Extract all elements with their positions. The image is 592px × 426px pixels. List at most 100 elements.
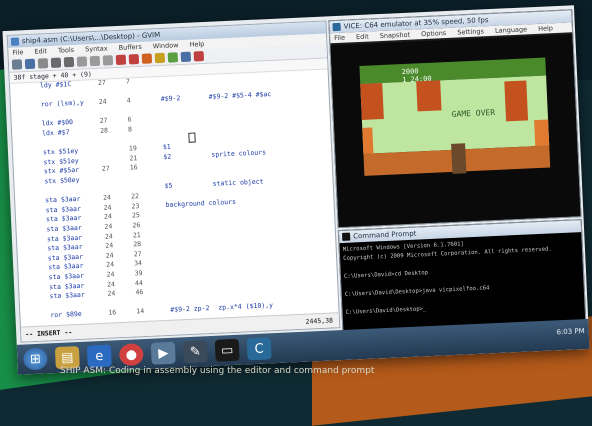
text-cursor (188, 132, 195, 142)
emu-menu-settings[interactable]: Settings (457, 27, 484, 36)
menu-syntax[interactable]: Syntax (85, 44, 108, 53)
code-b: 25 (132, 212, 140, 221)
clock: 6:03 PM (556, 327, 585, 336)
editor-window[interactable]: ship4.asm (C:\Users\...\Desktop) - GVIM … (7, 20, 341, 342)
run-icon[interactable] (155, 53, 165, 63)
code-d: sprite colours (211, 148, 266, 159)
code-b: 44 (135, 279, 143, 288)
emu-menu-language[interactable]: Language (495, 25, 527, 34)
cursor-position: 2445,38 (305, 313, 333, 328)
code-b: 22 (131, 192, 139, 201)
code-a: 24 (105, 232, 113, 241)
code-a: 24 (104, 213, 112, 222)
vice-app-icon (332, 23, 340, 31)
code-op: ror $89e (50, 310, 82, 320)
code-a: 24 (106, 261, 114, 270)
chrome-icon[interactable]: ● (119, 343, 144, 366)
code-b: 19 (129, 144, 137, 153)
code-c: #$9-2 (161, 94, 181, 104)
save-icon[interactable] (25, 59, 35, 69)
game-pillar-left (360, 83, 384, 120)
desktop-screen: ship4.asm (C:\Users\...\Desktop) - GVIM … (2, 5, 589, 375)
menu-help[interactable]: Help (189, 40, 204, 49)
editor-mode: -- INSERT -- (25, 325, 73, 341)
code-a: 24 (103, 194, 111, 203)
undo-icon[interactable] (51, 58, 61, 68)
cmd-output[interactable]: Microsoft Windows [Version 6.1.7601] Cop… (343, 235, 582, 318)
code-b: 27 (134, 250, 142, 259)
find-next-icon[interactable] (129, 54, 139, 64)
code-b: 7 (126, 77, 130, 86)
paste-icon[interactable] (103, 55, 113, 65)
code-b: 39 (134, 269, 142, 278)
open-icon[interactable] (12, 59, 22, 69)
code-op: ldx #$7 (42, 128, 70, 138)
menu-window[interactable]: Window (153, 41, 179, 50)
game-pillar-mid (416, 80, 441, 111)
code-op: sta $3aar (49, 291, 85, 302)
code-c: $1 (163, 143, 171, 152)
code-a: 27 (98, 79, 106, 88)
media-icon[interactable]: ▶ (151, 342, 176, 365)
vim-app-icon (11, 37, 19, 45)
code-op: ldy #$1C (40, 80, 72, 90)
emulator-screen[interactable]: 2000 1 24:00 GAME OVER (330, 34, 580, 227)
redo-icon[interactable] (64, 57, 74, 67)
help-icon[interactable] (181, 52, 191, 62)
game-ladder (451, 143, 466, 174)
code-a: 24 (106, 270, 114, 279)
code-b: 34 (134, 259, 142, 268)
code-b: 21 (129, 154, 137, 163)
code-a: 24 (103, 203, 111, 212)
code-c: $5 (164, 181, 172, 190)
code-op: stx $50ey (44, 176, 80, 187)
code-b: 23 (131, 202, 139, 211)
find-help-icon[interactable] (194, 51, 204, 61)
start-button[interactable]: ⊞ (23, 347, 48, 370)
code-a: 24 (107, 280, 115, 289)
code-area[interactable]: ldy #$1C277ror (lsm),y244#$9-2#$9-2 #$5-… (10, 68, 339, 327)
print-icon[interactable] (38, 58, 48, 68)
menu-buffers[interactable]: Buffers (118, 43, 141, 52)
code-a: 24 (106, 251, 114, 260)
game-wall-left (362, 127, 373, 153)
replace-icon[interactable] (142, 53, 152, 63)
code-a: 24 (105, 242, 113, 251)
code-b: 4 (127, 97, 131, 106)
cut-icon[interactable] (77, 56, 87, 66)
emu-menu-options[interactable]: Options (421, 29, 446, 38)
emu-menu-help[interactable]: Help (538, 24, 553, 33)
code-a: 28 (100, 126, 108, 135)
game-pillar-right (504, 80, 528, 121)
menu-file[interactable]: File (12, 48, 23, 56)
code-d: static object (212, 177, 263, 188)
find-icon[interactable] (116, 55, 126, 65)
game-wall-right (534, 119, 549, 146)
code-d: zp.x*4 ($10),y (218, 302, 273, 313)
menu-tools[interactable]: Tools (58, 46, 74, 55)
code-b: 14 (136, 307, 144, 316)
code-c: background colours (165, 198, 236, 210)
code-b: 16 (130, 164, 138, 173)
vice-taskbar-icon[interactable]: C (247, 337, 272, 360)
code-a: 16 (108, 309, 116, 318)
emulator-window[interactable]: VICE: C64 emulator at 35% speed, 50 fps … (328, 9, 581, 228)
code-b: 28 (133, 240, 141, 249)
code-d: #$9-2 #$5-4 #$ac (209, 90, 272, 102)
emu-menu-file[interactable]: File (334, 34, 345, 42)
code-a: 24 (104, 222, 112, 231)
emu-menu-edit[interactable]: Edit (356, 33, 369, 42)
copy-icon[interactable] (90, 56, 100, 66)
cmd-taskbar-icon[interactable]: ▭ (215, 339, 240, 362)
code-b: 6 (127, 116, 131, 125)
vim-taskbar-icon[interactable]: ✎ (183, 340, 208, 363)
code-b: 8 (128, 125, 132, 134)
menu-edit[interactable]: Edit (34, 47, 47, 56)
cmd-app-icon (342, 233, 350, 241)
code-a: 27 (99, 117, 107, 126)
ie-icon[interactable]: e (87, 345, 112, 368)
make-icon[interactable] (168, 52, 178, 62)
emu-menu-snapshot[interactable]: Snapshot (380, 31, 411, 40)
code-c: #$9-2 zp-2 (170, 304, 210, 315)
code-b: 26 (132, 221, 140, 230)
